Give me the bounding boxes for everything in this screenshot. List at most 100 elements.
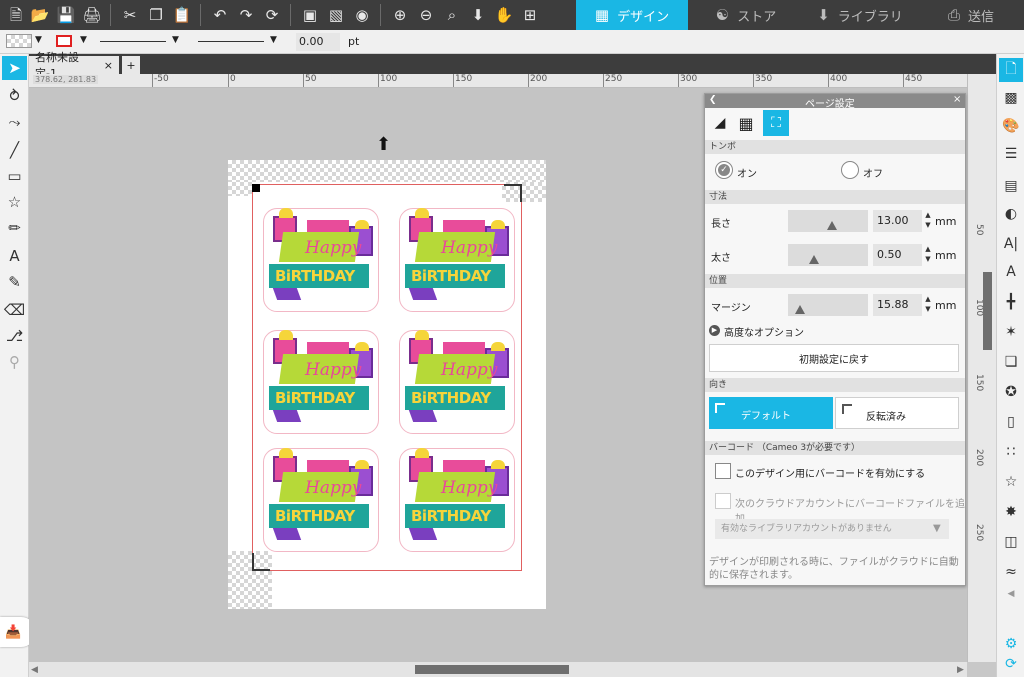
barcode-enable-checkbox[interactable] [715, 463, 731, 479]
select-all-icon[interactable]: ◉ [350, 3, 374, 27]
advanced-options-toggle[interactable]: 高度なオプション [724, 324, 804, 339]
knife-panel-icon[interactable]: ✸ [999, 500, 1023, 524]
select-tool-icon[interactable]: ➤ [2, 56, 27, 80]
birthday-sticker[interactable]: Happy BiRTHDAY [259, 444, 383, 556]
chevron-down-icon[interactable]: ▼ [172, 35, 179, 45]
save-icon[interactable]: 💾 [54, 3, 78, 27]
line-color-swatch[interactable] [56, 35, 72, 47]
registration-panel-icon[interactable]: ▩ [999, 86, 1023, 110]
chevron-down-icon[interactable]: ▼ [80, 35, 87, 45]
hand-icon[interactable]: ✋ [492, 3, 516, 27]
font-icon[interactable]: A [999, 260, 1023, 284]
sketch-tool-icon[interactable]: ✎ [2, 270, 27, 294]
tab-store[interactable]: ☯ ストア [690, 0, 802, 30]
print-icon[interactable]: 🖨 [80, 3, 104, 27]
chevron-down-icon[interactable]: ▼ [270, 35, 277, 45]
transform-icon[interactable]: ✶ [999, 320, 1023, 344]
eraser-tool-icon[interactable]: ⌫ [2, 298, 27, 322]
text-style-icon[interactable]: A| [999, 232, 1023, 256]
thickness-slider-thumb[interactable] [809, 255, 819, 264]
modify-icon[interactable]: ✪ [999, 380, 1023, 404]
reset-defaults-button[interactable]: 初期設定に戻す [709, 344, 959, 372]
undo-icon[interactable]: ↶ [208, 3, 232, 27]
collapse-arrow-icon[interactable]: ◀ [999, 582, 1023, 606]
star-shape-icon[interactable]: ☆ [999, 470, 1023, 494]
grid-tab-icon[interactable]: ▦ [735, 112, 757, 134]
birthday-sticker[interactable]: Happy BiRTHDAY [259, 326, 383, 438]
page-settings-icon[interactable]: 🗋 [999, 58, 1023, 82]
margin-slider-thumb[interactable] [795, 305, 805, 314]
length-slider[interactable] [788, 210, 868, 232]
chevron-down-icon[interactable]: ▼ [35, 35, 42, 45]
knife-tool-icon[interactable]: ⎇ [2, 324, 27, 348]
bezier-icon[interactable]: ⤳ [2, 110, 27, 134]
line-endcap-preview[interactable] [198, 41, 264, 42]
length-input[interactable]: 13.00 [873, 210, 922, 232]
trace-panel-icon[interactable]: ▤ [999, 174, 1023, 198]
fill-swatch[interactable] [6, 34, 32, 48]
length-spinner-icon[interactable]: ▲ ▼ [924, 210, 932, 232]
close-tab-icon[interactable]: × [104, 59, 113, 72]
zoom-out-icon[interactable]: ⊖ [414, 3, 438, 27]
scroll-right-icon[interactable]: ▶ [957, 665, 964, 675]
expand-icon[interactable]: ▶ [709, 325, 720, 336]
orientation-default-button[interactable]: デフォルト [709, 397, 833, 429]
scroll-left-icon[interactable]: ◀ [31, 665, 38, 675]
registration-tab-icon[interactable]: ⛶ [763, 110, 789, 136]
line-width-input[interactable]: 0.00 [296, 33, 340, 51]
library-account-select[interactable]: 有効なライブラリアカウントがありません ▼ [715, 519, 949, 539]
birthday-sticker[interactable]: Happy BiRTHDAY [395, 204, 519, 316]
copy-icon[interactable]: ❐ [144, 3, 168, 27]
eyedropper-tool-icon[interactable]: ⚲ [2, 350, 27, 374]
new-icon[interactable]: 🗎 [4, 3, 28, 27]
tab-design[interactable]: ▦ デザイン [576, 0, 688, 30]
thickness-slider[interactable] [788, 244, 868, 266]
transparency-icon[interactable]: ◐ [999, 202, 1023, 226]
sketch-panel-icon[interactable]: ≈ [999, 560, 1023, 584]
add-tab-button[interactable]: + [122, 56, 140, 74]
page-tab-icon[interactable]: ◢ [709, 112, 731, 134]
layers-icon[interactable]: ◫ [999, 530, 1023, 554]
point-edit-icon[interactable]: ⥁ [2, 84, 27, 108]
collapse-icon[interactable]: ❮ [709, 95, 717, 105]
refresh-icon[interactable]: ⟳ [260, 3, 284, 27]
star-tool-icon[interactable]: ☆ [2, 190, 27, 214]
cut-icon[interactable]: ✂ [118, 3, 142, 27]
redo-icon[interactable]: ↷ [234, 3, 258, 27]
document-tab[interactable]: 名称未設定-1 × [29, 51, 119, 80]
length-slider-thumb[interactable] [827, 221, 837, 230]
horizontal-scrollbar[interactable]: ◀ ▶ [29, 662, 967, 677]
close-icon[interactable]: × [953, 94, 961, 105]
trace-icon[interactable]: ∷ [999, 440, 1023, 464]
group-icon[interactable]: ▣ [298, 3, 322, 27]
fill-panel-icon[interactable]: 🎨 [999, 114, 1023, 138]
sync-icon[interactable]: ⟳ [999, 652, 1023, 676]
barcode-cloud-checkbox[interactable] [715, 493, 731, 509]
pencil-tool-icon[interactable]: ✏ [2, 216, 27, 240]
birthday-sticker[interactable]: Happy BiRTHDAY [395, 326, 519, 438]
line-panel-icon[interactable]: ☰ [999, 142, 1023, 166]
thickness-spinner-icon[interactable]: ▲ ▼ [924, 244, 932, 266]
orientation-reversed-button[interactable]: 反転済み [835, 397, 959, 429]
rectangle-tool-icon[interactable]: ▭ [2, 164, 27, 188]
tab-library[interactable]: ⬇ ライブラリ [804, 0, 916, 30]
birthday-sticker[interactable]: Happy BiRTHDAY [395, 444, 519, 556]
reg-off-radio[interactable] [841, 161, 859, 179]
replicate-icon[interactable]: ❏ [999, 350, 1023, 374]
thickness-input[interactable]: 0.50 [873, 244, 922, 266]
horizontal-scroll-thumb[interactable] [415, 665, 569, 674]
zoom-in-icon[interactable]: ⊕ [388, 3, 412, 27]
paste-icon[interactable]: 📋 [170, 3, 194, 27]
align-icon[interactable]: ╋ [999, 290, 1023, 314]
margin-input[interactable]: 15.88 [873, 294, 922, 316]
pan-down-icon[interactable]: ⬇ [466, 3, 490, 27]
tab-send[interactable]: ⎙ 送信 [918, 0, 1024, 30]
open-icon[interactable]: 📂 [28, 3, 52, 27]
offset-icon[interactable]: ▯ [999, 410, 1023, 434]
birthday-sticker[interactable]: Happy BiRTHDAY [259, 204, 383, 316]
ungroup-icon[interactable]: ▧ [324, 3, 348, 27]
fit-page-icon[interactable]: ⊞ [518, 3, 542, 27]
zoom-selection-icon[interactable]: ⌕ [440, 3, 464, 27]
margin-slider[interactable] [788, 294, 868, 316]
line-style-preview[interactable] [100, 41, 166, 42]
